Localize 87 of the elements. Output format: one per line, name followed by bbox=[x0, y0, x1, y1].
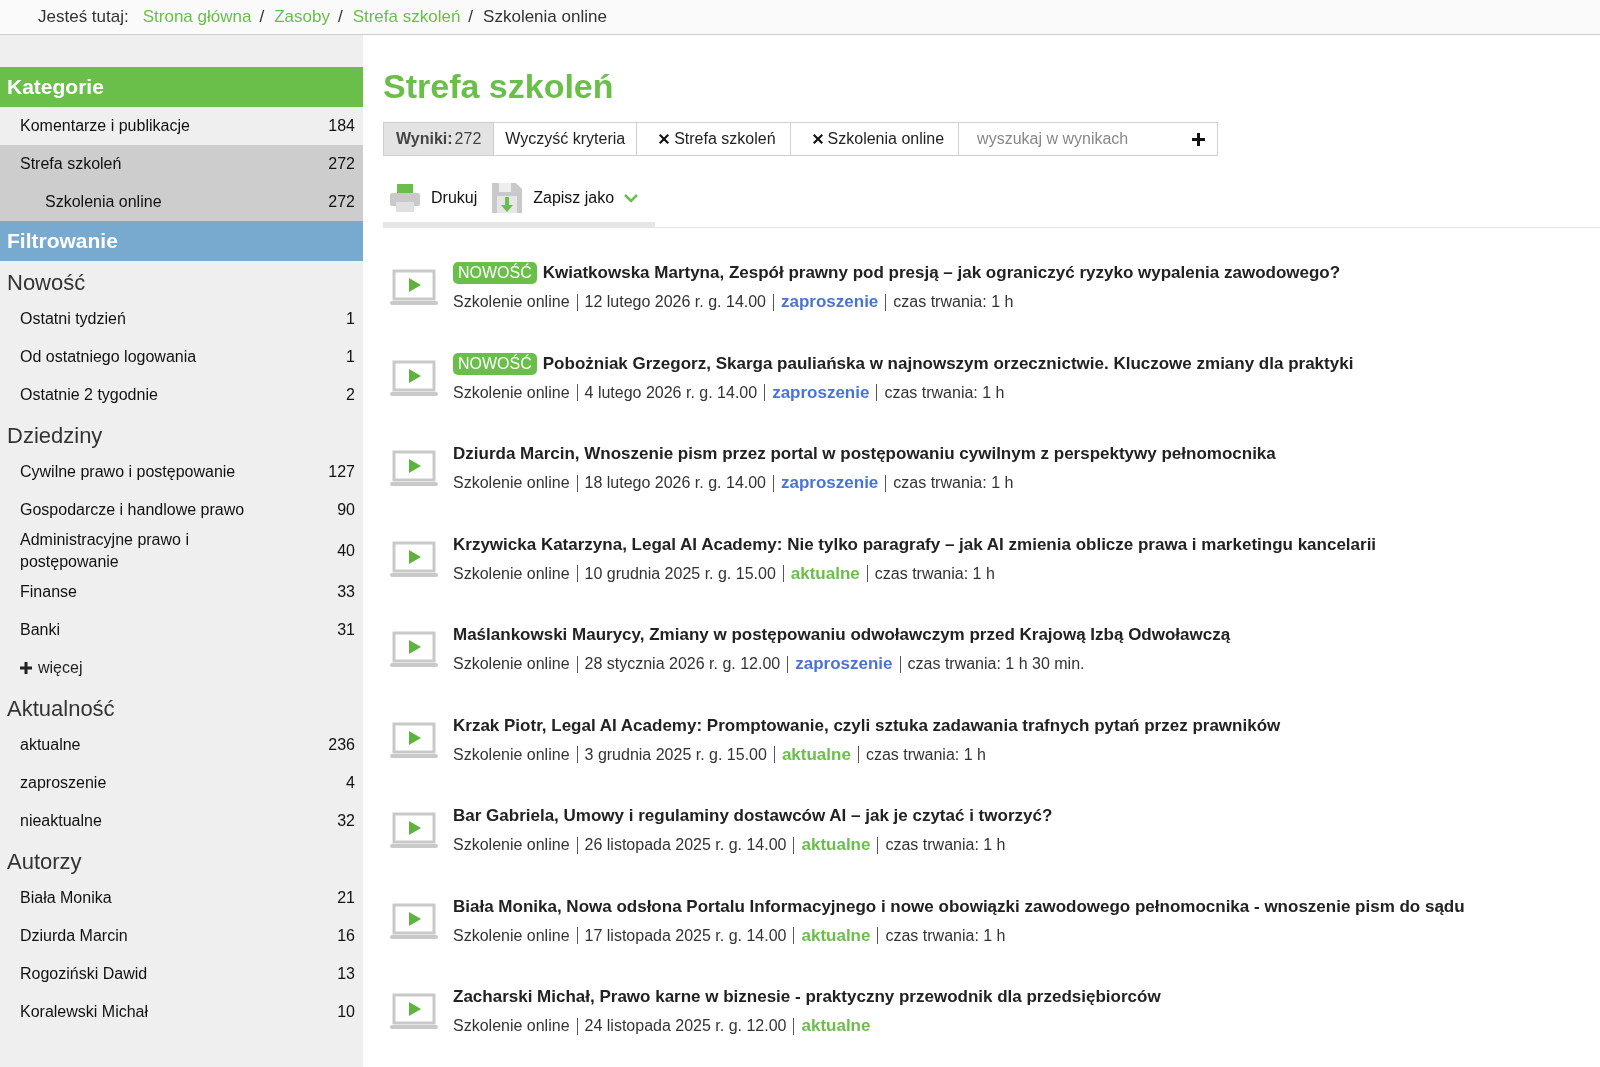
filter-item[interactable]: Biała Monika 21 bbox=[0, 879, 363, 917]
save-as-link[interactable]: Zapisz jako bbox=[533, 189, 615, 207]
video-play-icon bbox=[389, 720, 439, 761]
save-download-icon bbox=[491, 182, 524, 214]
category-item[interactable]: Strefa szkoleń 272 bbox=[0, 145, 363, 183]
filter-item[interactable]: Finanse 33 bbox=[0, 573, 363, 611]
breadcrumb-separator: / bbox=[259, 7, 265, 27]
filter-item[interactable]: nieaktualne 32 bbox=[0, 802, 363, 840]
result-title-link[interactable]: Bar Gabriela, Umowy i regulaminy dostawców AI – jak je czytać i tworzyć? bbox=[453, 806, 1053, 826]
filter-item[interactable]: Ostatnie 2 tygodnie 2 bbox=[0, 376, 363, 414]
result-duration: czas trwania: 1 h bbox=[865, 745, 986, 764]
result-duration: czas trwania: 1 h 30 min. bbox=[907, 655, 1085, 673]
result-date: 3 grudnia 2025 r. g. 15.00 bbox=[584, 745, 767, 764]
result-date: 10 grudnia 2025 r. g. 15.00 bbox=[584, 564, 776, 583]
result-title-link[interactable]: Pobożniak Grzegorz, Skarga pauliańska w najnowszym orzecznictwie. Kluczowe zmiany dla praktyki bbox=[542, 353, 1354, 374]
result-title-link[interactable]: Krzywicka Katarzyna, Legal AI Academy: Nie tylko paragrafy – jak AI zmienia oblicze prawa i marketingu kancelarii bbox=[453, 534, 1377, 555]
status-link[interactable]: zaproszenie bbox=[781, 292, 879, 312]
print-link[interactable]: Drukuj bbox=[431, 189, 478, 207]
more-link[interactable]: więcej bbox=[38, 659, 83, 677]
printer-icon bbox=[389, 182, 421, 214]
video-play-icon bbox=[389, 358, 439, 399]
result-date: 4 lutego 2026 r. g. 14.00 bbox=[584, 383, 758, 402]
video-play-icon bbox=[389, 992, 439, 1032]
status-link[interactable]: zaproszenie bbox=[772, 382, 870, 403]
video-play-icon bbox=[389, 901, 439, 942]
filter-group-title: Aktualność bbox=[6, 695, 116, 723]
filter-group-title: Nowość bbox=[6, 269, 87, 297]
result-duration: czas trwania: 1 h bbox=[884, 383, 1005, 402]
result-type: Szkolenie online bbox=[453, 1017, 570, 1035]
result-title-link[interactable]: Maślankowski Maurycy, Zmiany w postępowaniu odwoławczym przed Krajową Izbą Odwoławczą bbox=[453, 625, 1231, 645]
result-type: Szkolenie online bbox=[453, 655, 570, 673]
result-duration: czas trwania: 1 h bbox=[885, 836, 1006, 854]
result-duration: czas trwania: 1 h bbox=[893, 293, 1014, 311]
plus-icon bbox=[20, 662, 32, 674]
filter-item[interactable]: Dziurda Marcin 16 bbox=[0, 917, 363, 955]
filter-item[interactable]: Cywilne prawo i postępowanie 127 bbox=[0, 453, 363, 491]
result-title-link[interactable]: Dziurda Marcin, Wnoszenie pism przez portal w postępowaniu cywilnym z perspektywy pełnomocnika bbox=[453, 444, 1276, 464]
breadcrumb-separator: / bbox=[468, 7, 474, 27]
new-badge: NOWOŚĆ bbox=[453, 352, 537, 375]
filter-group-title: Dziedziny bbox=[6, 422, 104, 450]
result-title-link[interactable]: Kwiatkowska Martyna, Zespół prawny pod presją – jak ograniczyć ryzyko wypalenia zawodowego? bbox=[542, 263, 1341, 283]
result-date: 12 lutego 2026 r. g. 14.00 bbox=[584, 293, 766, 311]
result-type: Szkolenie online bbox=[453, 836, 570, 854]
result-type: Szkolenie online bbox=[453, 564, 570, 583]
status-link[interactable]: zaproszenie bbox=[795, 654, 893, 674]
filter-item[interactable]: Ostatni tydzień 1 bbox=[0, 300, 363, 338]
filter-item[interactable]: Rogoziński Dawid 13 bbox=[0, 955, 363, 993]
result-title-link[interactable]: Zacharski Michał, Prawo karne w biznesie - praktyczny przewodnik dla przedsiębiorców bbox=[453, 987, 1161, 1007]
category-item[interactable]: Szkolenia online 272 bbox=[0, 183, 363, 221]
result-type: Szkolenie online bbox=[453, 745, 570, 764]
video-play-icon bbox=[389, 811, 439, 851]
filter-item[interactable]: Gospodarcze i handlowe prawo 90 bbox=[0, 491, 363, 529]
filter-item[interactable]: Od ostatniego logowania 1 bbox=[0, 338, 363, 376]
filter-group-title: Autorzy bbox=[6, 848, 83, 876]
video-play-icon bbox=[389, 630, 439, 670]
result-type: Szkolenie online bbox=[453, 474, 570, 492]
result-type: Szkolenie online bbox=[453, 383, 570, 402]
video-play-icon bbox=[389, 449, 439, 489]
filter-item[interactable]: aktualne 236 bbox=[0, 726, 363, 764]
result-date: 28 stycznia 2026 r. g. 12.00 bbox=[584, 655, 781, 673]
new-badge: NOWOŚĆ bbox=[453, 262, 537, 284]
filter-header: Filtrowanie bbox=[0, 221, 363, 261]
result-type: Szkolenie online bbox=[453, 926, 570, 945]
chevron-down-icon bbox=[624, 193, 639, 203]
result-date: 18 lutego 2026 r. g. 14.00 bbox=[584, 474, 766, 492]
result-duration: czas trwania: 1 h bbox=[893, 474, 1014, 492]
page-title: Strefa szkoleń bbox=[383, 67, 615, 106]
filter-item[interactable]: zaproszenie 4 bbox=[0, 764, 363, 802]
breadcrumb-label: Jesteś tutaj: bbox=[38, 7, 129, 27]
result-duration: czas trwania: 1 h bbox=[874, 564, 995, 583]
video-play-icon bbox=[389, 539, 439, 580]
result-date: 17 listopada 2025 r. g. 14.00 bbox=[584, 926, 787, 945]
result-type: Szkolenie online bbox=[453, 293, 570, 311]
status-link[interactable]: zaproszenie bbox=[781, 473, 879, 493]
filter-item[interactable]: Koralewski Michał 10 bbox=[0, 993, 363, 1031]
result-date: 26 listopada 2025 r. g. 14.00 bbox=[584, 836, 787, 854]
breadcrumb-current: Szkolenia online bbox=[483, 7, 607, 27]
breadcrumb-separator: / bbox=[337, 7, 343, 27]
video-play-icon bbox=[389, 268, 439, 308]
result-date: 24 listopada 2025 r. g. 12.00 bbox=[584, 1017, 787, 1035]
filter-item[interactable]: Administracyjne prawo i postępowanie 40 bbox=[0, 529, 363, 573]
result-title-link[interactable]: Krzak Piotr, Legal AI Academy: Promptowanie, czyli sztuka zadawania trafnych pytań przez prawników bbox=[453, 715, 1281, 736]
category-item[interactable]: Komentarze i publikacje 184 bbox=[0, 107, 363, 145]
categories-header: Kategorie bbox=[0, 67, 363, 107]
result-title-link[interactable]: Biała Monika, Nowa odsłona Portalu Informacyjnego i nowe obowiązki zawodowego pełnomocnika - wnoszenie pism do sądu bbox=[453, 896, 1465, 917]
filter-item[interactable]: Banki 31 bbox=[0, 611, 363, 649]
result-duration: czas trwania: 1 h bbox=[885, 926, 1006, 945]
